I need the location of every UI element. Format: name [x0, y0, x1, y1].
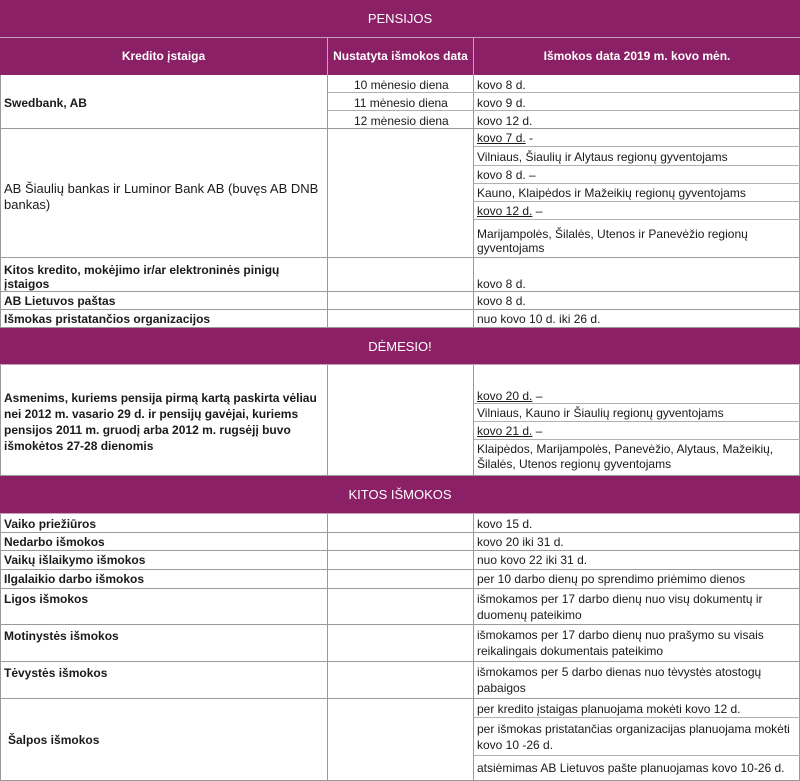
- benefit-name: Vaiko priežiūros: [4, 517, 97, 531]
- set-date-cell: 12 mėnesio diena: [354, 114, 449, 128]
- benefit-pay: atsiėmimas AB Lietuvos pašte planuojamas…: [477, 761, 785, 775]
- benefit-pay: per kredito įstaigas planuojama mokėti k…: [477, 702, 741, 716]
- region-text: Vilniaus, Šiaulių ir Alytaus regionų gyv…: [477, 150, 728, 164]
- payment-schedule-table: PENSIJOS Kredito įstaiga Nustatyta išmok…: [0, 0, 800, 781]
- table-row: [0, 514, 800, 533]
- pay-date-cell: kovo 12 d.: [477, 114, 533, 128]
- region-text: Vilniaus, Kauno ir Šiaulių regionų gyven…: [477, 406, 724, 420]
- benefit-pay: kovo 20 iki 31 d.: [477, 535, 564, 549]
- header-payment-date: Išmokos data 2019 m. kovo mėn.: [474, 38, 800, 75]
- header-institution: Kredito įstaiga: [0, 38, 328, 75]
- benefit-pay: išmokamos per 17 darbo dienų nuo prašymo…: [477, 628, 764, 658]
- benefit-name: Ligos išmokos: [4, 592, 89, 606]
- region-text: Klaipėdos, Marijampolės, Panevėžio, Alyt…: [477, 442, 774, 471]
- pay-date-cell: kovo 21 d.: [477, 424, 533, 438]
- benefit-name: Nedarbo išmokos: [4, 535, 105, 549]
- region-text: Marijampolės, Šilalės, Utenos ir Panevėž…: [477, 227, 748, 255]
- benefit-pay: per išmokas pristatančias organizacijas …: [477, 722, 790, 752]
- benefit-name: Tėvystės išmokos: [4, 666, 108, 680]
- pay-date-cell: kovo 8 d.: [477, 277, 526, 291]
- institution-delivery-orgs: Išmokas pristatančios organizacijos: [4, 312, 211, 326]
- institution-swedbank: Swedbank, AB: [4, 96, 87, 110]
- header-set-date: Nustatyta išmokos data: [328, 38, 474, 75]
- pay-date-cell: kovo 12 d.: [477, 204, 533, 218]
- pay-date-cell: kovo 9 d.: [477, 96, 526, 110]
- set-date-cell: 11 mėnesio diena: [354, 96, 448, 110]
- benefit-name: Motinystės išmokos: [4, 629, 119, 643]
- pay-date-cell: kovo 7 d.: [477, 131, 526, 145]
- pay-date-cell: kovo 8 d. –: [477, 168, 536, 182]
- section-title-pensions: PENSIJOS: [0, 0, 800, 38]
- benefit-name: Šalpos išmokos: [8, 733, 100, 747]
- table-row: [0, 533, 800, 551]
- pay-date-cell: kovo 8 d.: [477, 294, 526, 308]
- benefit-pay: išmokamos per 5 darbo dienas nuo tėvystė…: [477, 665, 762, 695]
- institution-post: AB Lietuvos paštas: [4, 294, 116, 308]
- institution-siauliu-luminor: AB Šiaulių bankas ir Luminor Bank AB (bu…: [4, 181, 319, 212]
- benefit-pay: nuo kovo 22 iki 31 d.: [477, 553, 588, 567]
- institution-other-credit: Kitos kredito, mokėjimo ir/ar elektronin…: [4, 263, 280, 291]
- attention-description: Asmenims, kuriems pensija pirmą kartą pa…: [4, 391, 317, 453]
- benefit-pay: per 10 darbo dienų po sprendimo priėmimo…: [477, 572, 746, 586]
- table-row: [0, 292, 800, 310]
- benefit-pay: kovo 15 d.: [477, 517, 533, 531]
- section-title-other-benefits: KITOS IŠMOKOS: [0, 476, 800, 514]
- section-title-attention: DĖMESIO!: [0, 328, 800, 365]
- pay-date-cell: kovo 8 d.: [477, 78, 526, 92]
- pay-date-cell: nuo kovo 10 d. iki 26 d.: [477, 312, 601, 326]
- benefit-pay: išmokamos per 17 darbo dienų nuo visų do…: [477, 592, 763, 622]
- benefit-name: Ilgalaikio darbo išmokos: [4, 572, 145, 586]
- set-date-cell: 10 mėnesio diena: [354, 78, 449, 92]
- region-text: Kauno, Klaipėdos ir Mažeikių regionų gyv…: [477, 186, 746, 200]
- pay-date-cell: kovo 20 d.: [477, 389, 533, 403]
- benefit-name: Vaikų išlaikymo išmokos: [4, 553, 146, 567]
